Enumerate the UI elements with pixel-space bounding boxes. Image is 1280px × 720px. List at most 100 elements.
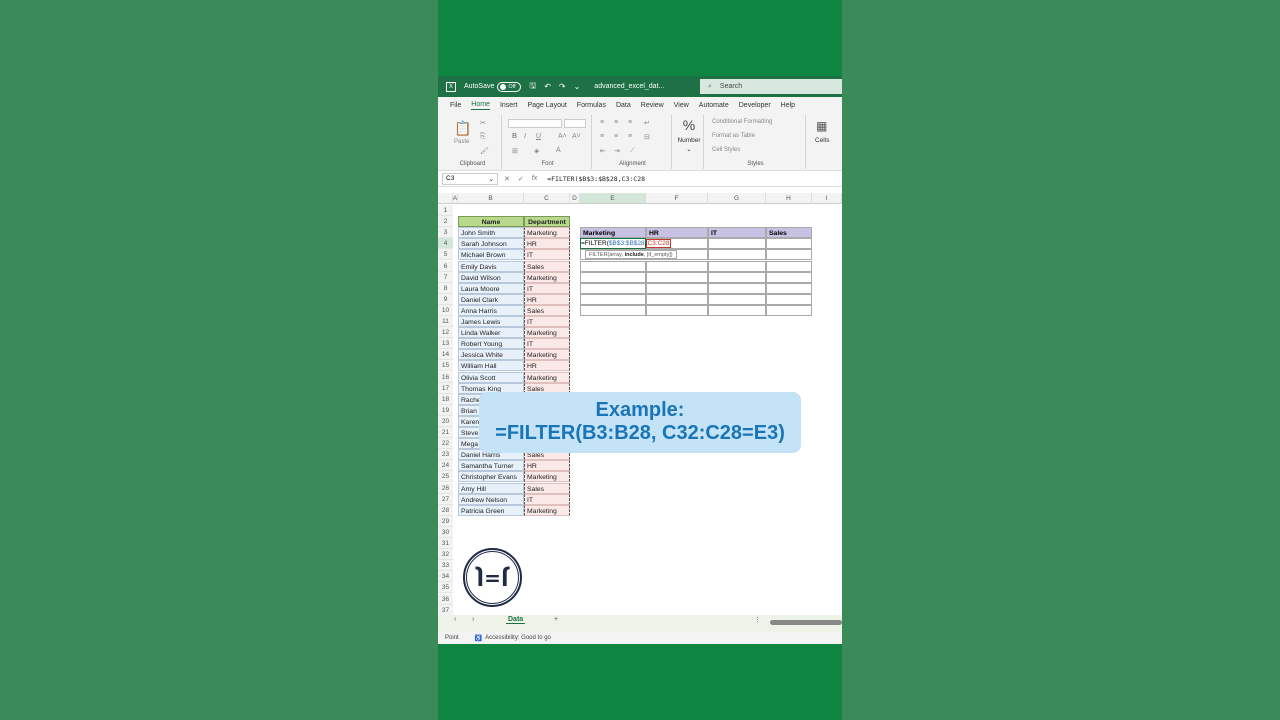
fill-color-icon[interactable]: ◈ [534, 147, 539, 155]
tab-developer[interactable]: Developer [739, 102, 771, 109]
name-cell[interactable]: Amy Hill [458, 482, 524, 494]
filter-header-cell[interactable]: IT [708, 227, 766, 239]
paste-icon[interactable]: 📋 [454, 120, 471, 137]
row-header[interactable]: 21 [438, 427, 453, 439]
filter-header-cell[interactable]: Marketing [580, 227, 646, 239]
name-cell[interactable]: Christopher Evans [458, 471, 524, 483]
column-header[interactable]: G [708, 193, 766, 204]
align-bottom-icon[interactable]: ≡ [628, 119, 632, 126]
font-color-icon[interactable]: A [556, 147, 561, 154]
select-all-corner[interactable] [438, 193, 453, 204]
filter-result-cell[interactable] [646, 282, 708, 294]
name-cell[interactable]: Samantha Turner [458, 460, 524, 472]
cut-icon[interactable]: ✂ [480, 119, 486, 127]
borders-icon[interactable]: ⊞ [512, 147, 518, 155]
tab-page-layout[interactable]: Page Layout [527, 102, 566, 109]
search-box[interactable]: ⌕ Search [700, 79, 842, 94]
column-header[interactable]: F [646, 193, 708, 204]
filter-result-cell[interactable] [708, 260, 766, 272]
name-cell[interactable]: David Wilson [458, 271, 524, 283]
row-header[interactable]: 33 [438, 560, 453, 572]
row-header[interactable]: 35 [438, 582, 453, 594]
row-header[interactable]: 10 [438, 304, 453, 316]
filter-result-cell[interactable] [766, 249, 812, 261]
filter-result-cell[interactable] [766, 271, 812, 283]
save-icon[interactable]: 🖫 [529, 80, 536, 94]
number-dropdown-icon[interactable]: ⌄ [674, 145, 704, 153]
font-size-select[interactable] [564, 119, 586, 128]
tab-file[interactable]: File [450, 102, 461, 109]
department-cell[interactable]: HR [524, 460, 570, 472]
editing-formula[interactable]: =FILTER($B$3:$B$28,C3:C28 [581, 238, 671, 249]
percent-icon[interactable]: % [674, 117, 704, 133]
row-header[interactable]: 4 [438, 238, 453, 250]
row-header[interactable]: 3 [438, 227, 453, 239]
row-header[interactable]: 15 [438, 360, 453, 372]
conditional-formatting[interactable]: Conditional Formatting [712, 119, 772, 125]
row-header[interactable]: 20 [438, 415, 453, 427]
number-label[interactable]: Number [674, 137, 704, 144]
row-header[interactable]: 8 [438, 282, 453, 294]
filter-result-cell[interactable] [580, 260, 646, 272]
enter-icon[interactable]: ✓ [518, 175, 524, 183]
department-cell[interactable]: Marketing [524, 471, 570, 483]
row-header[interactable]: 36 [438, 593, 453, 605]
name-cell[interactable]: Jessica White [458, 349, 524, 361]
row-header[interactable]: 19 [438, 404, 453, 416]
next-sheet-icon[interactable]: › [472, 616, 474, 623]
filter-result-cell[interactable] [580, 282, 646, 294]
align-top-icon[interactable]: ≡ [600, 119, 604, 126]
name-cell[interactable]: Daniel Clark [458, 293, 524, 305]
underline-icon[interactable]: U [536, 133, 541, 140]
prev-sheet-icon[interactable]: ‹ [454, 616, 456, 623]
column-header[interactable]: B [458, 193, 524, 204]
formula-input[interactable]: =FILTER($B$3:$B$28,C3:C28 [547, 175, 645, 183]
department-cell[interactable]: IT [524, 338, 570, 350]
row-header[interactable]: 28 [438, 504, 453, 516]
department-cell[interactable]: IT [524, 282, 570, 294]
filter-result-cell[interactable] [580, 271, 646, 283]
row-header[interactable]: 5 [438, 249, 453, 261]
row-header[interactable]: 26 [438, 482, 453, 494]
department-cell[interactable]: Marketing [524, 504, 570, 516]
department-cell[interactable]: IT [524, 316, 570, 328]
align-left-icon[interactable]: ≡ [600, 133, 604, 140]
filter-result-cell[interactable] [766, 260, 812, 272]
department-cell[interactable]: Marketing [524, 271, 570, 283]
decrease-font-icon[interactable]: A˅ [572, 133, 581, 140]
customize-toolbar-icon[interactable]: ⌄ [574, 82, 581, 91]
filter-result-cell[interactable] [646, 304, 708, 316]
row-header[interactable]: 6 [438, 260, 453, 272]
name-cell[interactable]: Sarah Johnson [458, 238, 524, 250]
tab-formulas[interactable]: Formulas [577, 102, 606, 109]
filter-header-cell[interactable]: HR [646, 227, 708, 239]
name-cell[interactable]: Emily Davis [458, 260, 524, 272]
row-header[interactable]: 13 [438, 338, 453, 350]
orientation-icon[interactable]: ⟋ [630, 147, 635, 155]
row-header[interactable]: 25 [438, 471, 453, 483]
align-middle-icon[interactable]: ≡ [614, 119, 618, 126]
row-header[interactable]: 9 [438, 293, 453, 305]
name-cell[interactable]: John Smith [458, 227, 524, 239]
font-name-select[interactable] [508, 119, 562, 128]
department-cell[interactable]: Marketing [524, 327, 570, 339]
filter-result-cell[interactable] [580, 293, 646, 305]
row-header[interactable]: 16 [438, 371, 453, 383]
wrap-text-icon[interactable]: ↵ [644, 119, 650, 127]
department-cell[interactable]: Sales [524, 260, 570, 272]
row-header[interactable]: 14 [438, 349, 453, 361]
name-cell[interactable]: Linda Walker [458, 327, 524, 339]
indent-decrease-icon[interactable]: ⇤ [600, 147, 606, 155]
tab-view[interactable]: View [674, 102, 689, 109]
name-cell[interactable]: Anna Harris [458, 304, 524, 316]
column-header[interactable]: I [812, 193, 842, 204]
row-header[interactable]: 27 [438, 493, 453, 505]
filter-result-cell[interactable] [646, 260, 708, 272]
filter-result-cell[interactable] [708, 293, 766, 305]
row-header[interactable]: 23 [438, 449, 453, 461]
tab-automate[interactable]: Automate [699, 102, 729, 109]
cancel-icon[interactable]: ✕ [504, 175, 510, 183]
accessibility-icon[interactable]: ♿ [475, 635, 482, 642]
merge-icon[interactable]: ⊟ [644, 133, 650, 141]
tab-insert[interactable]: Insert [500, 102, 518, 109]
